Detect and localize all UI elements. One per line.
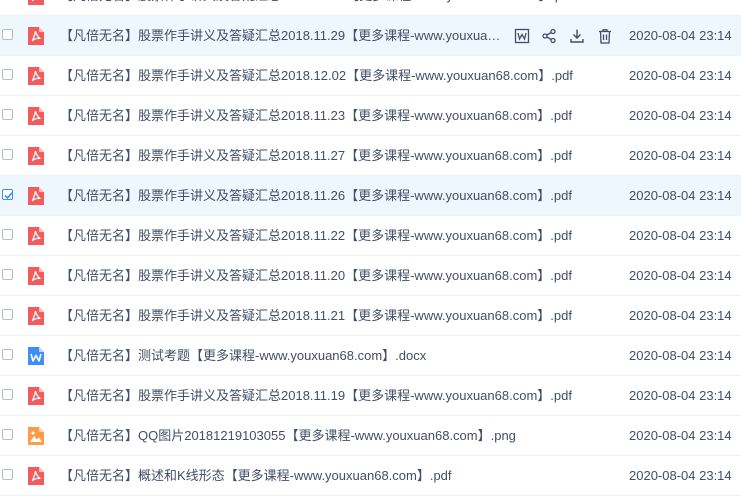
delete-icon[interactable]: [596, 27, 614, 45]
modified-date: 2020-08-04 23:14: [629, 388, 732, 403]
row-checkbox[interactable]: [2, 349, 13, 360]
modified-date: 2020-08-04 23:14: [629, 0, 732, 4]
row-checkbox[interactable]: [2, 389, 13, 400]
pdf-file-icon: [26, 186, 46, 206]
modified-date: 2020-08-04 23:14: [629, 268, 732, 283]
row-checkbox[interactable]: [2, 109, 13, 120]
file-row[interactable]: 【凡倍无名】股票作手讲义及答疑汇总2018.11.27【更多课程-www.you…: [0, 136, 741, 176]
pdf-file-icon: [26, 266, 46, 286]
file-name[interactable]: 【凡倍无名】QQ图片20181219103055【更多课程-www.youxua…: [60, 428, 516, 444]
file-name[interactable]: 【凡倍无名】股票作手讲义及答疑汇总2018.11.27【更多课程-www.you…: [60, 148, 572, 164]
docx-file-icon: [26, 346, 46, 366]
row-checkbox[interactable]: [2, 429, 13, 440]
modified-date: 2020-08-04 23:14: [629, 348, 732, 363]
modified-date: 2020-08-04 23:14: [629, 188, 732, 203]
file-name[interactable]: 【凡倍无名】股票作手讲义及答疑汇总2018.11.23【更多课程-www.you…: [60, 108, 572, 124]
row-checkbox[interactable]: [2, 69, 13, 80]
pdf-file-icon: [26, 0, 46, 6]
modified-date: 2020-08-04 23:14: [629, 308, 732, 323]
file-row[interactable]: 【凡倍无名】测试考题【更多课程-www.youxuan68.com】.docx 2…: [0, 336, 741, 376]
pdf-file-icon: [26, 466, 46, 486]
modified-date: 2020-08-04 23:14: [629, 228, 732, 243]
modified-date: 2020-08-04 23:14: [629, 68, 732, 83]
modified-date: 2020-08-04 23:14: [629, 28, 732, 43]
share-icon[interactable]: [540, 27, 558, 45]
download-icon[interactable]: [568, 27, 586, 45]
file-name[interactable]: 【凡倍无名】股票作手讲义及答疑汇总2018.11.20【更多课程-www.you…: [60, 268, 572, 284]
modified-date: 2020-08-04 23:14: [629, 148, 732, 163]
file-row[interactable]: 【凡倍无名】股票作手讲义及答疑汇总2018.12.14【更多课程-www.you…: [0, 0, 741, 16]
file-row[interactable]: 【凡倍无名】股票作手讲义及答疑汇总2018.11.23【更多课程-www.you…: [0, 96, 741, 136]
modified-date: 2020-08-04 23:14: [629, 428, 732, 443]
row-checkbox[interactable]: [2, 29, 13, 40]
modified-date: 2020-08-04 23:14: [629, 468, 732, 483]
row-checkbox[interactable]: [2, 149, 13, 160]
file-row[interactable]: 【凡倍无名】股票作手讲义及答疑汇总2018.11.22【更多课程-www.you…: [0, 216, 741, 256]
file-row[interactable]: 【凡倍无名】股票作手讲义及答疑汇总2018.11.19【更多课程-www.you…: [0, 376, 741, 416]
file-name[interactable]: 【凡倍无名】概述和K线形态【更多课程-www.youxuan68.com】.pd…: [60, 468, 452, 484]
png-file-icon: [26, 426, 46, 446]
file-row[interactable]: 【凡倍无名】股票作手讲义及答疑汇总2018.11.26【更多课程-www.you…: [0, 176, 741, 216]
pdf-file-icon: [26, 106, 46, 126]
pdf-file-icon: [26, 386, 46, 406]
file-name[interactable]: 【凡倍无名】股票作手讲义及答疑汇总2018.11.29【更多课程-www.you…: [60, 28, 501, 44]
file-name[interactable]: 【凡倍无名】股票作手讲义及答疑汇总2018.11.19【更多课程-www.you…: [60, 388, 572, 404]
row-checkbox[interactable]: [2, 469, 13, 480]
file-name[interactable]: 【凡倍无名】股票作手讲义及答疑汇总2018.11.26【更多课程-www.you…: [60, 188, 572, 204]
file-name[interactable]: 【凡倍无名】测试考题【更多课程-www.youxuan68.com】.docx: [60, 348, 426, 364]
pdf-file-icon: [26, 226, 46, 246]
modified-date: 2020-08-04 23:14: [629, 108, 732, 123]
file-name[interactable]: 【凡倍无名】股票作手讲义及答疑汇总2018.11.21【更多课程-www.you…: [60, 308, 572, 324]
pdf-file-icon: [26, 66, 46, 86]
file-row[interactable]: 【凡倍无名】股票作手讲义及答疑汇总2018.11.29【更多课程-www.you…: [0, 16, 741, 56]
file-name[interactable]: 【凡倍无名】股票作手讲义及答疑汇总2018.12.14【更多课程-www.you…: [60, 0, 573, 4]
file-name[interactable]: 【凡倍无名】股票作手讲义及答疑汇总2018.11.22【更多课程-www.you…: [60, 228, 572, 244]
pdf-file-icon: [26, 146, 46, 166]
row-checkbox[interactable]: [2, 229, 13, 240]
file-row[interactable]: 【凡倍无名】股票作手讲义及答疑汇总2018.12.02【更多课程-www.you…: [0, 56, 741, 96]
word-convert-icon[interactable]: [513, 27, 531, 45]
file-row[interactable]: 【凡倍无名】概述和K线形态【更多课程-www.youxuan68.com】.pd…: [0, 456, 741, 496]
pdf-file-icon: [26, 306, 46, 326]
file-list: 【凡倍无名】股票作手讲义及答疑汇总2018.12.14【更多课程-www.you…: [0, 0, 741, 496]
row-checkbox[interactable]: [2, 309, 13, 320]
pdf-file-icon: [26, 26, 46, 46]
file-name[interactable]: 【凡倍无名】股票作手讲义及答疑汇总2018.12.02【更多课程-www.you…: [60, 68, 573, 84]
row-checkbox-checked[interactable]: [2, 189, 13, 200]
row-checkbox[interactable]: [2, 269, 13, 280]
file-row[interactable]: 【凡倍无名】股票作手讲义及答疑汇总2018.11.20【更多课程-www.you…: [0, 256, 741, 296]
file-row[interactable]: 【凡倍无名】股票作手讲义及答疑汇总2018.11.21【更多课程-www.you…: [0, 296, 741, 336]
file-row[interactable]: 【凡倍无名】QQ图片20181219103055【更多课程-www.youxua…: [0, 416, 741, 456]
